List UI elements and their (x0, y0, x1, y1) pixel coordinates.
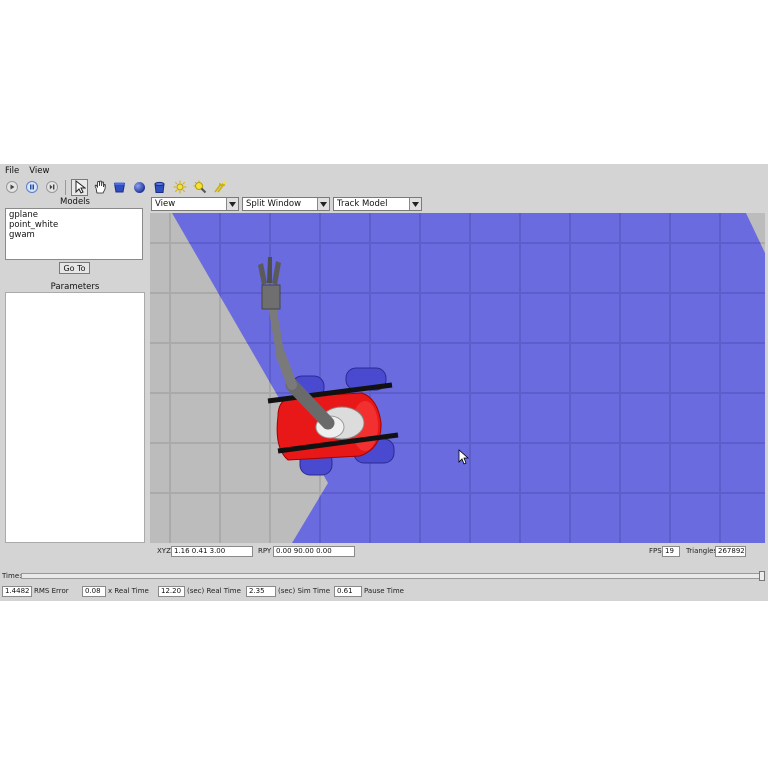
view-select[interactable]: View (151, 197, 239, 211)
directional-light-button[interactable] (211, 179, 228, 196)
triangles-label: Triangles (686, 547, 718, 555)
xyz-field: 1.16 0.41 3.00 (171, 546, 253, 557)
toolbar-separator (65, 179, 66, 195)
simulation-stats-bar: 1.4482 RMS Error 0.08 x Real Time 12.20 … (0, 585, 768, 599)
select-mode-button[interactable] (71, 178, 88, 196)
sphere-shape-icon (134, 181, 145, 193)
triangles-field: 267892 (715, 546, 746, 557)
spot-light-icon (193, 180, 206, 194)
models-list[interactable]: gplane point_white gwam (5, 208, 143, 260)
box-tool-button[interactable] (111, 179, 128, 196)
scene-render[interactable] (150, 213, 765, 543)
view-select-value: View (155, 199, 176, 209)
time-slider-handle[interactable] (759, 571, 765, 581)
cylinder-shape-icon (154, 181, 165, 193)
pause-time-field: 0.61 (334, 586, 362, 597)
box-shape-icon (113, 182, 126, 192)
pan-mode-button[interactable] (91, 179, 108, 196)
sphere-tool-button[interactable] (131, 179, 148, 196)
x-real-time-label: x Real Time (108, 587, 149, 595)
track-model-select[interactable]: Track Model (333, 197, 422, 211)
simulator-window: File View Models gplane point_white gwam… (0, 164, 768, 601)
go-to-button[interactable]: Go To (59, 262, 90, 274)
step-icon (45, 181, 58, 193)
play-icon (5, 181, 18, 193)
time-label: Time: (2, 572, 22, 580)
step-button[interactable] (43, 179, 60, 196)
parameters-title: Parameters (50, 282, 100, 292)
track-model-select-value: Track Model (337, 199, 388, 209)
point-light-button[interactable] (171, 179, 188, 196)
rms-error-label: RMS Error (34, 587, 69, 595)
rpy-label: RPY (258, 547, 272, 555)
model-item-gwam[interactable]: gwam (9, 230, 139, 240)
chevron-down-icon (226, 198, 238, 210)
chevron-down-icon (409, 198, 421, 210)
pause-icon (25, 181, 38, 193)
point-light-icon (173, 180, 186, 194)
model-item-gplane[interactable]: gplane (9, 210, 139, 220)
spot-light-button[interactable] (191, 179, 208, 196)
select-arrow-icon (75, 180, 86, 194)
real-time-label: (sec) Real Time (187, 587, 241, 595)
menubar: File View (0, 164, 768, 177)
x-real-time-field: 0.08 (82, 586, 106, 597)
pause-time-label: Pause Time (364, 587, 404, 595)
arm-wrist (261, 284, 281, 310)
menu-file[interactable]: File (0, 166, 24, 176)
xyz-label: XYZ (157, 547, 171, 555)
time-row: Time: (0, 570, 768, 582)
directional-light-icon (213, 180, 226, 193)
hand-icon (94, 180, 106, 194)
rms-error-field: 1.4482 (2, 586, 32, 597)
pause-button[interactable] (23, 179, 40, 196)
split-window-select[interactable]: Split Window (242, 197, 330, 211)
toolbar (0, 177, 768, 197)
parameters-panel[interactable] (5, 292, 145, 543)
real-time-field: 12.20 (158, 586, 185, 597)
sim-time-field: 2.35 (246, 586, 276, 597)
rpy-field: 0.00 90.00 0.00 (273, 546, 355, 557)
chevron-down-icon (317, 198, 329, 210)
time-slider[interactable] (21, 573, 765, 579)
fps-label: FPS (649, 547, 662, 555)
menu-view[interactable]: View (24, 166, 54, 176)
camera-status-bar: XYZ 1.16 0.41 3.00 RPY 0.00 90.00 0.00 F… (150, 545, 765, 559)
cylinder-tool-button[interactable] (151, 179, 168, 196)
play-button[interactable] (3, 179, 20, 196)
sim-time-label: (sec) Sim Time (278, 587, 331, 595)
3d-viewport[interactable] (150, 213, 765, 543)
models-title: Models (60, 197, 90, 207)
fps-field: 19 (662, 546, 680, 557)
split-window-select-value: Split Window (246, 199, 302, 209)
model-item-point-white[interactable]: point_white (9, 220, 139, 230)
